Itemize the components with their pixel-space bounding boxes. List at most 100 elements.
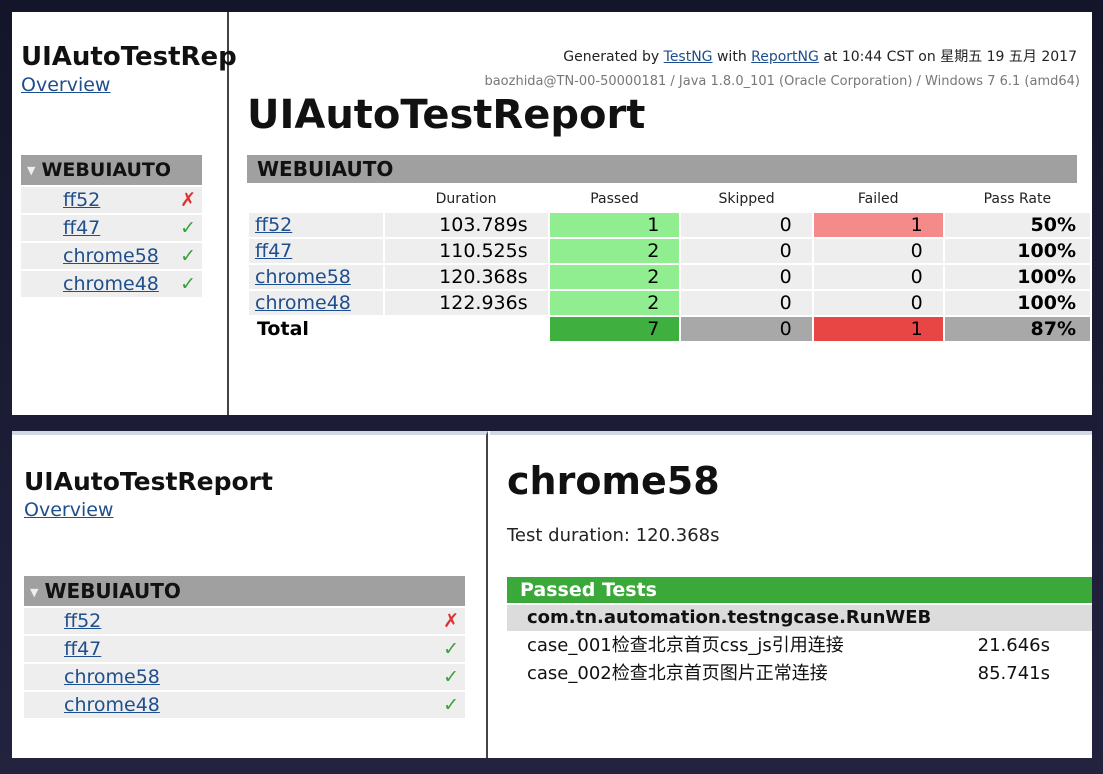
skipped-cell: 0 xyxy=(681,265,812,289)
passed-cell: 2 xyxy=(549,291,680,315)
sidebar-test-list: ff52 ✗ ff47 ✓ chrome58 ✓ chrome48 ✓ xyxy=(21,187,202,299)
duration-cell: 120.368s xyxy=(384,265,548,289)
column-header: Pass Rate xyxy=(983,191,1052,207)
pass-check-icon: ✓ xyxy=(443,638,459,660)
skipped-cell: 0 xyxy=(681,239,812,263)
test-name-cell[interactable]: chrome58 xyxy=(249,265,383,289)
table-row: ff47 110.525s 2 0 0 100% xyxy=(249,239,1090,263)
sidebar-test-list: ff52 ✗ ff47 ✓ chrome58 ✓ chrome48 ✓ xyxy=(24,608,465,720)
sidebar-item-label[interactable]: chrome48 xyxy=(64,692,160,718)
overview-link[interactable]: Overview xyxy=(24,499,113,521)
total-duration-cell xyxy=(385,317,548,341)
test-case-name: case_001检查北京首页css_js引用连接 xyxy=(527,635,844,656)
test-name-cell[interactable]: chrome48 xyxy=(249,291,383,315)
table-row: chrome48 122.936s 2 0 0 100% xyxy=(249,291,1090,315)
test-link[interactable]: chrome58 xyxy=(255,266,351,288)
test-case-duration: 21.646s xyxy=(977,635,1050,656)
passed-tests-header: Passed Tests xyxy=(507,577,1092,603)
collapse-triangle-icon[interactable]: ▼ xyxy=(27,164,35,177)
failed-cell: 1 xyxy=(813,213,943,237)
skipped-cell: 0 xyxy=(681,291,812,315)
pass-check-icon: ✓ xyxy=(180,245,196,267)
test-case-duration: 85.741s xyxy=(977,663,1050,684)
sidebar-item-label[interactable]: ff47 xyxy=(63,215,100,241)
sidebar-item-ff52[interactable]: ff52 ✗ xyxy=(24,608,465,634)
sidebar-item-label[interactable]: chrome58 xyxy=(63,243,159,269)
failed-cell: 0 xyxy=(813,265,943,289)
skipped-cell: 0 xyxy=(681,213,812,237)
overview-content: Generated by TestNG with ReportNG at 10:… xyxy=(229,12,1092,415)
suite-header: WEBUIAUTO xyxy=(247,155,1077,183)
sidebar-item-chrome48[interactable]: chrome48 ✓ xyxy=(21,271,202,297)
test-case-row: case_001检查北京首页css_js引用连接 21.646s xyxy=(527,633,1092,659)
pass-rate-cell: 100% xyxy=(944,239,1090,263)
test-link[interactable]: chrome48 xyxy=(255,292,351,314)
pass-rate-cell: 50% xyxy=(944,213,1090,237)
test-case-row: case_002检查北京首页图片正常连接 85.741s xyxy=(527,661,1092,687)
total-failed-cell: 1 xyxy=(813,317,943,341)
sidebar-item-label[interactable]: chrome48 xyxy=(63,271,159,297)
test-name-cell[interactable]: ff52 xyxy=(249,213,383,237)
with-text: with xyxy=(716,49,747,65)
sidebar-item-label[interactable]: ff52 xyxy=(63,187,100,213)
total-pass-rate-cell: 87% xyxy=(944,317,1090,341)
sidebar-item-ff47[interactable]: ff47 ✓ xyxy=(24,636,465,662)
sidebar-suite-header[interactable]: ▼ WEBUIAUTO xyxy=(24,576,465,606)
generated-by-text: Generated by xyxy=(563,49,660,65)
pass-check-icon: ✓ xyxy=(180,273,196,295)
sidebar-item-label[interactable]: ff47 xyxy=(64,636,101,662)
collapse-triangle-icon[interactable]: ▼ xyxy=(30,586,38,599)
failed-cell: 0 xyxy=(813,291,943,315)
sidebar-title: UIAutoTestReport xyxy=(24,467,273,496)
sidebar-suite-label: WEBUIAUTO xyxy=(44,579,181,603)
passed-cell: 2 xyxy=(549,239,680,263)
test-name-cell[interactable]: ff47 xyxy=(249,239,383,263)
passed-cell: 2 xyxy=(549,265,680,289)
sidebar-item-label[interactable]: chrome58 xyxy=(64,664,160,690)
generated-by-line: Generated by TestNG with ReportNG at 10:… xyxy=(563,46,1077,66)
test-detail-panel: UIAutoTestReport Overview ▼ WEBUIAUTO ff5… xyxy=(12,431,1092,758)
table-header-row: Duration Passed Skipped Failed Pass Rate xyxy=(249,187,1090,211)
column-header: Duration xyxy=(435,191,497,207)
pass-rate-cell: 100% xyxy=(944,265,1090,289)
generated-time-text: at 10:44 CST on 星期五 19 五月 2017 xyxy=(823,49,1077,65)
test-class-header: com.tn.automation.testngcase.RunWEB xyxy=(507,605,1092,631)
sidebar-item-chrome58[interactable]: chrome58 ✓ xyxy=(24,664,465,690)
fail-cross-icon: ✗ xyxy=(180,189,196,211)
overview-link[interactable]: Overview xyxy=(21,74,110,96)
total-row: Total 7 0 1 87% xyxy=(249,317,1090,341)
sidebar-suite-label: WEBUIAUTO xyxy=(41,159,172,181)
test-detail-content: chrome58 Test duration: 120.368s Passed … xyxy=(490,431,1092,758)
sidebar-item-label[interactable]: ff52 xyxy=(64,608,101,634)
total-passed-cell: 7 xyxy=(549,317,680,341)
test-case-name: case_002检查北京首页图片正常连接 xyxy=(527,663,828,684)
testng-link[interactable]: TestNG xyxy=(664,49,713,65)
column-header: Passed xyxy=(590,191,639,207)
passed-cell: 1 xyxy=(549,213,680,237)
system-info: baozhida@TN-00-50000181 / Java 1.8.0_101… xyxy=(484,74,1080,89)
column-header: Failed xyxy=(857,191,899,207)
pass-check-icon: ✓ xyxy=(443,694,459,716)
sidebar: UIAutoTestReport Overview ▼ WEBUIAUTO ff5… xyxy=(12,431,488,758)
test-link[interactable]: ff47 xyxy=(255,240,292,262)
test-duration: Test duration: 120.368s xyxy=(507,525,720,546)
sidebar-item-chrome48[interactable]: chrome48 ✓ xyxy=(24,692,465,718)
sidebar-item-ff52[interactable]: ff52 ✗ xyxy=(21,187,202,213)
reportng-link[interactable]: ReportNG xyxy=(751,49,819,65)
total-skipped-cell: 0 xyxy=(681,317,812,341)
duration-cell: 103.789s xyxy=(384,213,548,237)
test-link[interactable]: ff52 xyxy=(255,214,292,236)
pass-check-icon: ✓ xyxy=(443,666,459,688)
failed-cell: 0 xyxy=(813,239,943,263)
sidebar-suite-header[interactable]: ▼ WEBUIAUTO xyxy=(21,155,202,185)
sidebar-item-chrome58[interactable]: chrome58 ✓ xyxy=(21,243,202,269)
results-table: Duration Passed Skipped Failed Pass Rate… xyxy=(247,185,1092,343)
fail-cross-icon: ✗ xyxy=(443,610,459,632)
test-title: chrome58 xyxy=(507,459,720,503)
column-header: Skipped xyxy=(718,191,775,207)
sidebar: UIAutoTestRep Overview ▼ WEBUIAUTO ff52 ✗… xyxy=(12,12,237,415)
column-header xyxy=(249,187,383,211)
pass-check-icon: ✓ xyxy=(180,217,196,239)
table-row: chrome58 120.368s 2 0 0 100% xyxy=(249,265,1090,289)
sidebar-item-ff47[interactable]: ff47 ✓ xyxy=(21,215,202,241)
